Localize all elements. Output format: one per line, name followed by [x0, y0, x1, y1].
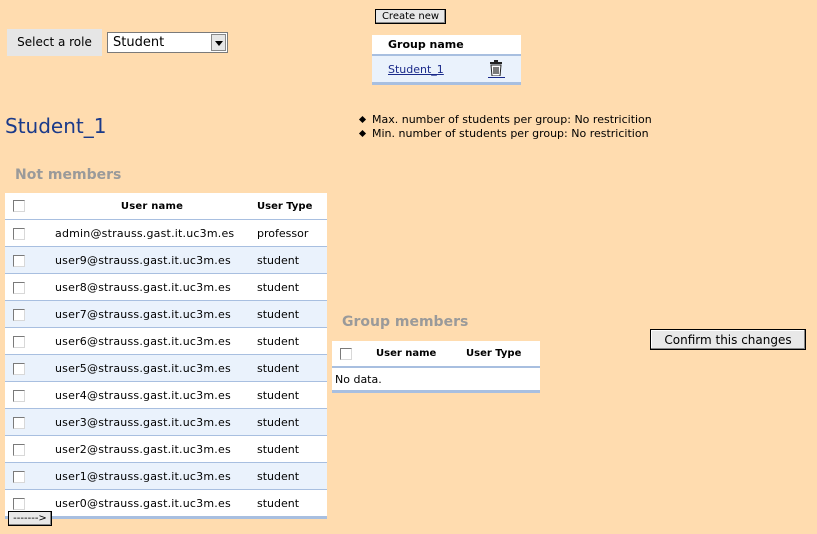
chevron-down-icon[interactable]	[211, 34, 226, 51]
group-link-student-1[interactable]: Student_1	[388, 63, 444, 76]
user-type-cell: student	[253, 489, 327, 518]
row-select-cell	[5, 327, 51, 355]
group-restrictions: Max. number of students per group: No re…	[358, 113, 652, 141]
user-name-cell: user8@strauss.gast.it.uc3m.es	[51, 273, 253, 301]
groups-table: Group name Student_1	[372, 35, 521, 85]
role-select-value: Student	[113, 35, 165, 50]
group-name-column-header: Group name	[372, 35, 521, 56]
group-members-heading: Group members	[342, 314, 469, 330]
user-type-cell: student	[253, 273, 327, 301]
user-name-cell: user6@strauss.gast.it.uc3m.es	[51, 327, 253, 355]
user-name-cell: user7@strauss.gast.it.uc3m.es	[51, 300, 253, 328]
table-row: user5@strauss.gast.it.uc3m.es student	[5, 354, 327, 382]
row-checkbox[interactable]	[13, 416, 25, 429]
user-type-cell: student	[253, 354, 327, 382]
group-members-table: User name User Type No data.	[332, 341, 540, 393]
table-header-row: User name User Type	[5, 193, 327, 220]
row-checkbox[interactable]	[13, 281, 25, 294]
row-checkbox[interactable]	[13, 470, 25, 483]
user-name-column-header: User name	[51, 193, 253, 220]
user-type-column-header: User Type	[466, 341, 540, 367]
role-select-label: Select a role	[7, 29, 102, 56]
select-all-cell	[5, 193, 51, 220]
row-select-cell	[5, 273, 51, 301]
row-checkbox[interactable]	[13, 308, 25, 321]
user-type-cell: student	[253, 327, 327, 355]
group-row: Student_1	[372, 56, 521, 85]
table-row: user0@strauss.gast.it.uc3m.es student	[5, 489, 327, 518]
row-select-cell	[5, 435, 51, 463]
move-to-group-button[interactable]: ------->	[8, 511, 52, 526]
row-select-cell	[5, 354, 51, 382]
user-type-column-header: User Type	[253, 193, 327, 220]
user-type-cell: student	[253, 435, 327, 463]
table-row: admin@strauss.gast.it.uc3m.es professor	[5, 219, 327, 247]
selected-group-title: Student_1	[5, 114, 107, 138]
table-header-row: User name User Type	[332, 341, 540, 367]
row-checkbox[interactable]	[13, 362, 25, 375]
max-students-restriction: Max. number of students per group: No re…	[358, 113, 652, 127]
user-name-cell: user3@strauss.gast.it.uc3m.es	[51, 408, 253, 436]
row-select-cell	[5, 219, 51, 247]
user-type-cell: student	[253, 408, 327, 436]
row-select-cell	[5, 300, 51, 328]
min-students-restriction: Min. number of students per group: No re…	[358, 127, 652, 141]
confirm-changes-button[interactable]: Confirm this changes	[650, 329, 806, 350]
table-row: user7@strauss.gast.it.uc3m.es student	[5, 300, 327, 328]
user-name-cell: user0@strauss.gast.it.uc3m.es	[51, 489, 253, 518]
row-checkbox[interactable]	[13, 389, 25, 402]
trash-icon[interactable]	[489, 60, 503, 76]
user-name-cell: user4@strauss.gast.it.uc3m.es	[51, 381, 253, 409]
table-row: user6@strauss.gast.it.uc3m.es student	[5, 327, 327, 355]
user-type-cell: student	[253, 462, 327, 490]
row-select-cell	[5, 381, 51, 409]
user-type-cell: student	[253, 381, 327, 409]
trash-underline	[488, 77, 505, 78]
user-type-cell: professor	[253, 219, 327, 247]
user-name-cell: user2@strauss.gast.it.uc3m.es	[51, 435, 253, 463]
table-row: user1@strauss.gast.it.uc3m.es student	[5, 462, 327, 490]
row-checkbox[interactable]	[13, 227, 25, 240]
no-data-text: No data.	[332, 366, 540, 392]
row-checkbox[interactable]	[13, 335, 25, 348]
user-type-cell: student	[253, 300, 327, 328]
not-members-table: User name User Type admin@strauss.gast.i…	[5, 193, 327, 519]
row-checkbox[interactable]	[13, 443, 25, 456]
table-row: user3@strauss.gast.it.uc3m.es student	[5, 408, 327, 436]
select-all-checkbox[interactable]	[13, 200, 25, 212]
row-checkbox[interactable]	[13, 254, 25, 267]
user-name-cell: user5@strauss.gast.it.uc3m.es	[51, 354, 253, 382]
row-select-cell	[5, 246, 51, 274]
user-name-cell: user9@strauss.gast.it.uc3m.es	[51, 246, 253, 274]
table-row: user2@strauss.gast.it.uc3m.es student	[5, 435, 327, 463]
select-all-checkbox[interactable]	[340, 347, 352, 360]
create-new-button[interactable]: Create new	[375, 9, 446, 24]
user-name-cell: user1@strauss.gast.it.uc3m.es	[51, 462, 253, 490]
user-name-cell: admin@strauss.gast.it.uc3m.es	[51, 219, 253, 247]
row-select-cell	[5, 408, 51, 436]
empty-row: No data.	[332, 366, 540, 392]
table-row: user8@strauss.gast.it.uc3m.es student	[5, 273, 327, 301]
select-all-cell	[332, 341, 376, 367]
user-name-column-header: User name	[376, 341, 466, 367]
user-type-cell: student	[253, 246, 327, 274]
not-members-heading: Not members	[15, 167, 122, 183]
role-select[interactable]: Student	[107, 32, 228, 53]
row-checkbox[interactable]	[13, 497, 25, 510]
table-row: user4@strauss.gast.it.uc3m.es student	[5, 381, 327, 409]
row-select-cell	[5, 462, 51, 490]
table-row: user9@strauss.gast.it.uc3m.es student	[5, 246, 327, 274]
